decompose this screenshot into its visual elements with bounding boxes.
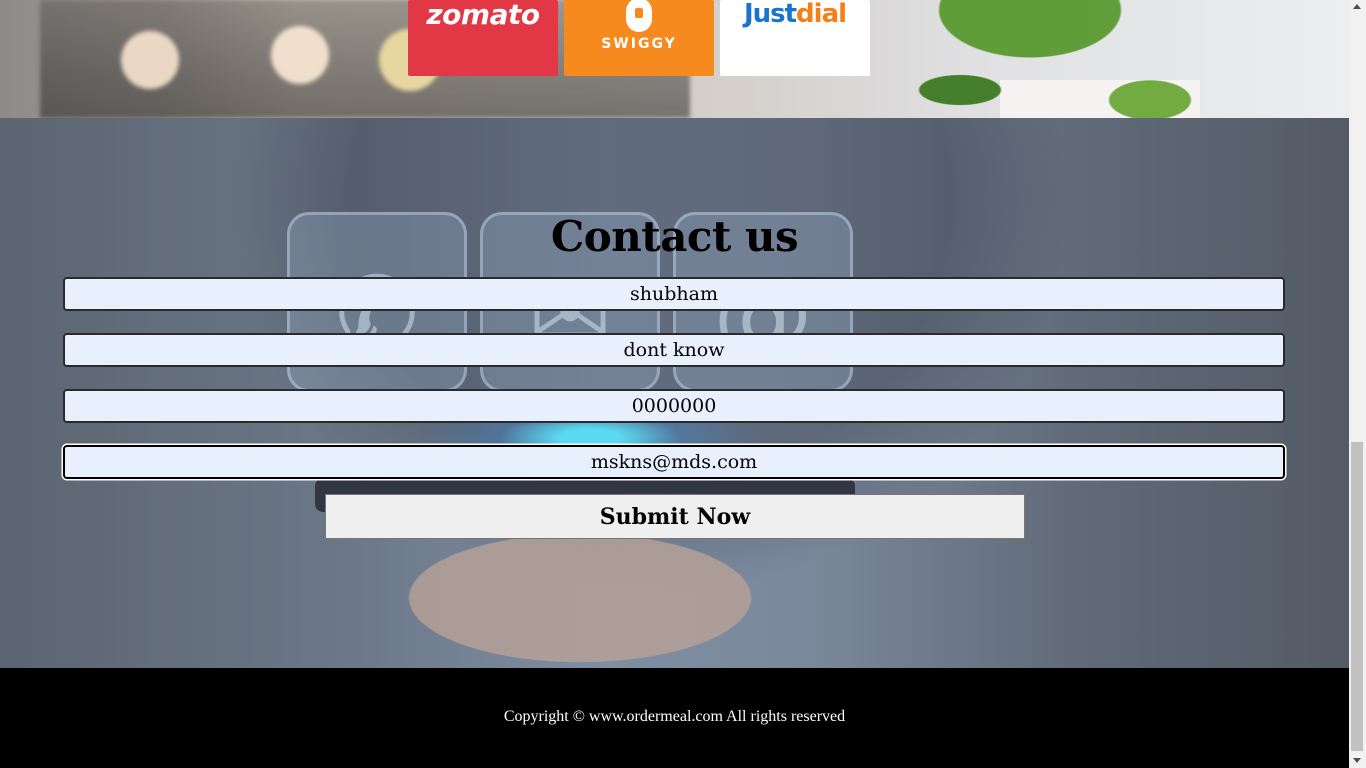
scroll-up-arrow-icon[interactable]: [1353, 4, 1361, 9]
name-input[interactable]: [63, 277, 1285, 311]
page-scrollbar[interactable]: [1349, 0, 1366, 768]
scrollbar-thumb[interactable]: [1351, 442, 1363, 751]
zomato-logo: zomato: [426, 0, 540, 31]
partners-banner: zomato SWIGGY Justdial: [0, 0, 1349, 118]
justdial-logo: Justdial: [743, 0, 847, 29]
copyright-text: Copyright © www.ordermeal.com All rights…: [503, 708, 846, 725]
contact-section: ✆ ✉ @ Contact us Submit Now: [0, 118, 1349, 668]
footer: Copyright © www.ordermeal.com All rights…: [0, 668, 1349, 768]
phone-input[interactable]: [63, 389, 1285, 423]
scroll-down-arrow-icon[interactable]: [1353, 758, 1361, 763]
email-input[interactable]: [63, 445, 1285, 479]
justdial-logo-link[interactable]: Justdial: [720, 0, 870, 76]
message-input[interactable]: [63, 333, 1285, 367]
contact-title: Contact us: [550, 212, 799, 261]
swiggy-logo: SWIGGY: [601, 36, 677, 52]
submit-button[interactable]: Submit Now: [325, 494, 1025, 539]
plant-leaves: [900, 0, 1260, 118]
swiggy-logo-link[interactable]: SWIGGY: [564, 0, 714, 76]
swiggy-pin-icon: [626, 0, 652, 32]
zomato-logo-link[interactable]: zomato: [408, 0, 558, 76]
